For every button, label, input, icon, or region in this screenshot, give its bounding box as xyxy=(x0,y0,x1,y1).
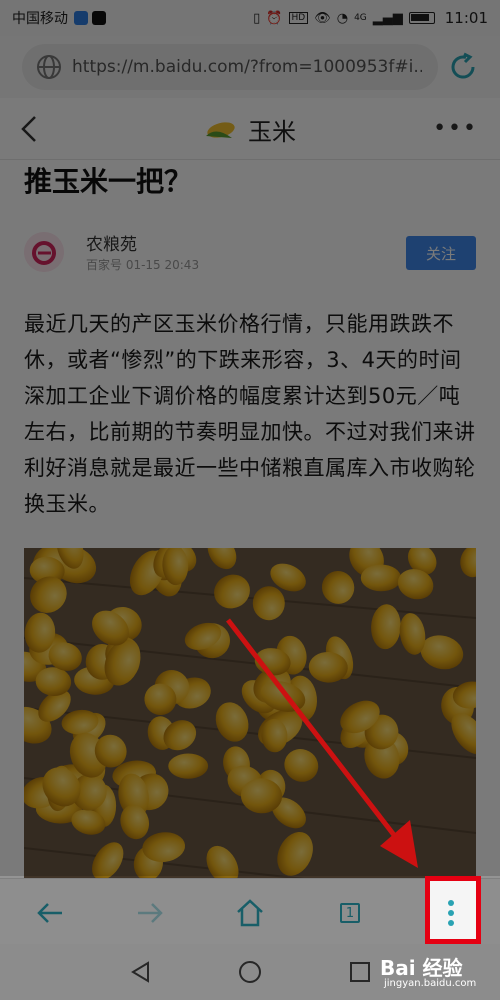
eye-comfort-icon: 👁 xyxy=(314,10,331,26)
signal-icon: ▂▄▆ xyxy=(372,10,403,26)
triangle-back-icon xyxy=(131,961,149,983)
circle-home-icon xyxy=(239,961,261,983)
home-button[interactable] xyxy=(228,891,272,935)
url-bar-row: https://m.baidu.com/?from=1000953f#i... xyxy=(0,36,500,98)
system-home-button[interactable] xyxy=(234,956,266,988)
status-bar: 中国移动 ▯ ⏰ HD 👁 ◔ 4G ▂▄▆ 11:01 xyxy=(0,0,500,36)
hd-icon: HD xyxy=(288,12,309,24)
wifi-icon: ◔ xyxy=(336,10,349,26)
author-row: 农粮苑 百家号 01-15 20:43 关注 xyxy=(24,228,476,278)
menu-highlight-box xyxy=(425,876,481,944)
article-headline: 推玉米一把？ xyxy=(24,165,193,198)
nav-back-button[interactable] xyxy=(28,891,72,935)
system-recents-button[interactable] xyxy=(344,956,376,988)
more-options-icon[interactable]: ••• xyxy=(433,118,478,140)
page-title: 玉米 xyxy=(248,118,296,146)
corn-icon xyxy=(206,121,235,138)
watermark-logo: Bai 经验 xyxy=(380,956,463,980)
url-text: https://m.baidu.com/?from=1000953f#i... xyxy=(72,57,422,77)
title-bar: 玉米 ••• xyxy=(0,98,500,160)
tabs-button[interactable]: 1 xyxy=(328,891,372,935)
screen: 中国移动 ▯ ⏰ HD 👁 ◔ 4G ▂▄▆ 11:01 https://m.b… xyxy=(0,0,500,1000)
tiktok-notification-icon xyxy=(92,11,106,25)
watermark-url: jingyan.baidu.com xyxy=(384,978,477,989)
refresh-icon[interactable] xyxy=(448,52,478,82)
author-meta: 百家号 01-15 20:43 xyxy=(86,258,200,272)
url-bar[interactable]: https://m.baidu.com/?from=1000953f#i... xyxy=(22,44,438,90)
article-body: 最近几天的产区玉米价格行情，只能用跌跌不休，或者“惨烈”的下跌来形容，3、4天的… xyxy=(24,312,476,516)
home-icon xyxy=(237,899,263,927)
corn-kernel xyxy=(168,753,209,779)
network-type-label: 4G xyxy=(354,13,367,23)
author-avatar[interactable] xyxy=(24,232,64,272)
clock: 11:01 xyxy=(444,9,488,27)
battery-icon xyxy=(408,12,435,24)
arrow-left-icon xyxy=(37,903,62,923)
status-icons: ▯ ⏰ HD 👁 ◔ 4G ▂▄▆ 11:01 xyxy=(253,9,488,27)
author-name[interactable]: 农粮苑 xyxy=(86,230,137,255)
vibrate-icon: ▯ xyxy=(253,10,261,26)
tab-count: 1 xyxy=(340,903,360,923)
globe-icon xyxy=(37,55,61,79)
alarm-icon: ⏰ xyxy=(266,10,283,26)
system-back-button[interactable] xyxy=(124,956,156,988)
app-notification-icon xyxy=(74,11,88,25)
follow-button[interactable]: 关注 xyxy=(406,236,476,270)
square-recents-icon xyxy=(350,962,370,982)
title-wrap: 玉米 xyxy=(0,112,500,147)
corn-photo xyxy=(24,548,476,878)
nav-forward-button[interactable] xyxy=(128,891,172,935)
carrier-label: 中国移动 xyxy=(12,11,68,27)
arrow-right-icon xyxy=(138,903,163,923)
